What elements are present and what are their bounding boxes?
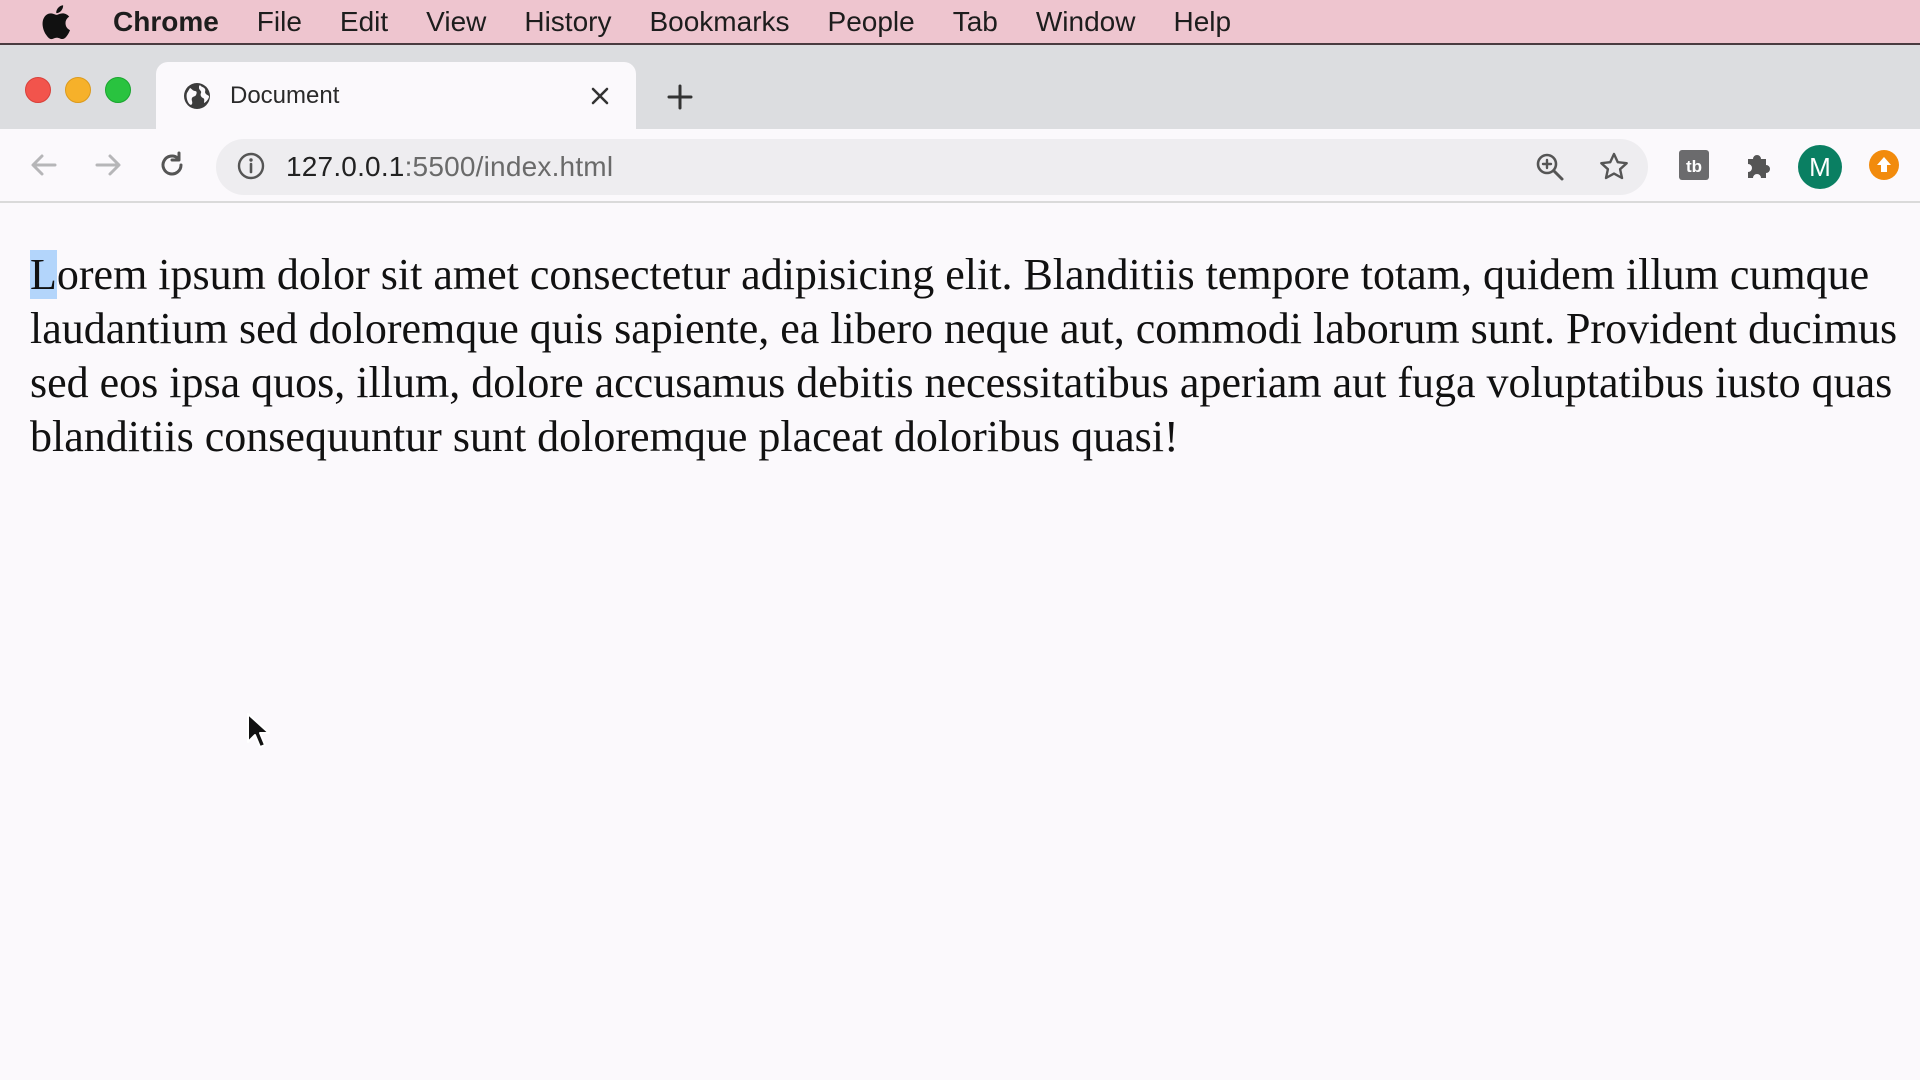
url-text[interactable]: 127.0.0.1:5500/index.html [286,151,613,183]
tab-strip: Document [0,45,1920,129]
menu-history[interactable]: History [524,6,611,38]
menu-tab[interactable]: Tab [953,6,998,38]
update-icon[interactable] [1864,145,1904,185]
forward-arrow-icon[interactable] [88,145,128,185]
info-icon[interactable] [236,151,268,183]
close-tab-icon[interactable] [582,78,618,114]
menu-help[interactable]: Help [1173,6,1231,38]
svg-text:tb: tb [1686,157,1702,176]
menu-view[interactable]: View [426,6,486,38]
menu-app-chrome[interactable]: Chrome [113,6,219,38]
menu-file[interactable]: File [257,6,302,38]
zoom-icon[interactable] [1530,147,1570,187]
extensions-puzzle-icon[interactable] [1738,145,1778,185]
menu-edit[interactable]: Edit [340,6,388,38]
new-tab-icon[interactable] [662,79,698,115]
extension-tb-icon[interactable]: tb [1674,145,1714,185]
tab-title: Document [230,81,340,109]
url-path: :5500/index.html [404,151,614,182]
apple-icon[interactable] [39,2,79,42]
selected-text: L [30,250,57,299]
address-bar[interactable]: 127.0.0.1:5500/index.html [216,139,1648,195]
zoom-window-button[interactable] [105,77,131,103]
back-arrow-icon[interactable] [24,145,64,185]
close-window-button[interactable] [25,77,51,103]
bookmark-star-icon[interactable] [1594,147,1634,187]
url-host: 127.0.0.1 [286,151,405,182]
profile-avatar[interactable]: M [1798,145,1842,189]
browser-toolbar: 127.0.0.1:5500/index.html tb M [0,129,1920,203]
minimize-window-button[interactable] [65,77,91,103]
page-paragraph: Lorem ipsum dolor sit amet consectetur a… [30,248,1900,464]
menu-window[interactable]: Window [1036,6,1136,38]
mouse-pointer-icon [247,713,270,748]
tab-document[interactable]: Document [156,62,636,129]
menu-bookmarks[interactable]: Bookmarks [649,6,789,38]
paragraph-text: orem ipsum dolor sit amet consectetur ad… [30,250,1898,461]
mac-menubar: Chrome File Edit View History Bookmarks … [0,0,1920,45]
globe-icon [182,81,212,111]
menu-people[interactable]: People [828,6,915,38]
reload-icon[interactable] [152,145,192,185]
